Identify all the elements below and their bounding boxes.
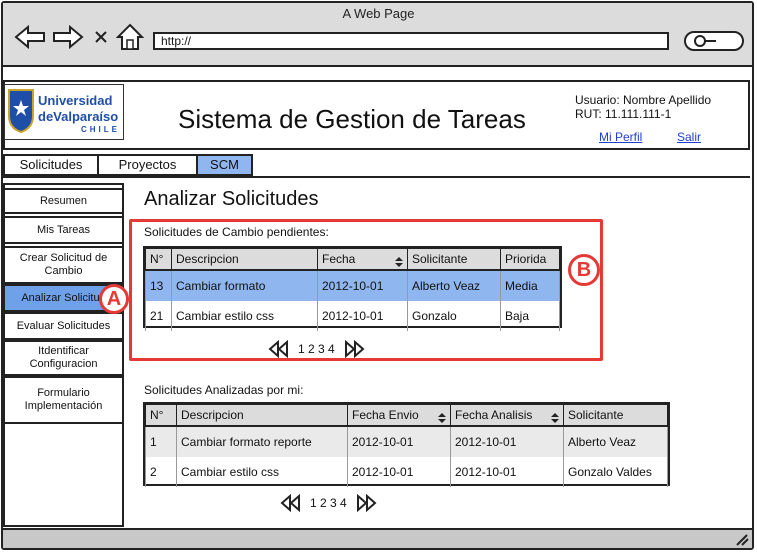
tab-proyectos[interactable]: Proyectos [97, 154, 198, 176]
column-header-sortable[interactable]: Fecha Analisis [450, 404, 564, 427]
sidebar-item-crear-solicitud[interactable]: Crear Solicitud de Cambio [3, 246, 124, 284]
forward-arrow-icon[interactable] [52, 25, 84, 49]
status-bar [3, 528, 752, 548]
sidebar-item-mis-tareas[interactable]: Mis Tareas [3, 216, 124, 244]
search-icon [694, 35, 716, 47]
cell-id: 1 [145, 426, 177, 457]
analyzed-pager: 1 2 3 4 [278, 494, 379, 512]
app-title: Sistema de Gestion de Tareas [178, 104, 526, 134]
tab-scm[interactable]: SCM [196, 154, 253, 176]
column-header[interactable]: N° [145, 404, 177, 427]
cell-fecha-envio: 2012-10-01 [347, 457, 451, 487]
analyzed-caption: Solicitudes Analizadas por mi: [144, 383, 304, 397]
url-field[interactable]: http:// [153, 32, 669, 50]
column-header-label: Fecha Analisis [455, 407, 533, 422]
logo-line3: CHILE [81, 125, 120, 134]
table-row[interactable]: 1 Cambiar formato reporte 2012-10-01 201… [145, 426, 668, 457]
column-header[interactable]: Solicitante [563, 404, 668, 427]
table-header-row: N° Descripcion Fecha Envio Fecha Analisi… [145, 404, 668, 427]
tab-divider [3, 176, 750, 178]
user-info: Usuario: Nombre Apellido RUT: 11.111.111… [575, 93, 711, 121]
cell-descripcion: Cambiar formato reporte [176, 426, 348, 457]
tab-solicitudes[interactable]: Solicitudes [3, 154, 99, 176]
last-page-icon[interactable] [355, 494, 379, 512]
first-page-icon[interactable] [278, 494, 302, 512]
profile-link[interactable]: Mi Perfil [599, 130, 642, 144]
column-header-sortable[interactable]: Fecha Envio [347, 404, 451, 427]
annotation-box-b [129, 219, 603, 361]
logo-line1: Universidad [38, 93, 113, 108]
page-numbers[interactable]: 1 2 3 4 [310, 496, 347, 510]
user-name: Usuario: Nombre Apellido [575, 93, 712, 107]
cell-solicitante: Gonzalo Valdes [563, 457, 668, 487]
sidebar-item-identificar-configuracion[interactable]: Itdentificar Configuracion [3, 340, 124, 376]
sort-icon[interactable] [551, 412, 559, 423]
sidebar-item-evaluar-solicitudes[interactable]: Evaluar Solicitudes [3, 312, 124, 340]
cell-fecha-envio: 2012-10-01 [347, 426, 451, 457]
crest-icon [8, 89, 34, 134]
cell-solicitante: Alberto Veaz [563, 426, 668, 457]
table-row[interactable]: 2 Cambiar estilo css 2012-10-01 2012-10-… [145, 457, 668, 487]
annotation-marker-b: B [568, 254, 600, 286]
home-icon[interactable] [116, 23, 144, 51]
university-logo: Universidad deValparaíso CHILE [4, 84, 124, 140]
column-header[interactable]: Descripcion [176, 404, 348, 427]
column-header-label: Fecha Envio [352, 407, 419, 422]
annotation-marker-a: A [99, 284, 129, 314]
logout-link[interactable]: Salir [677, 130, 701, 144]
cell-descripcion: Cambiar estilo css [176, 457, 348, 487]
sidebar-item-formulario-implementacion[interactable]: Formulario Implementación [3, 376, 124, 424]
window-title: A Web Page [342, 6, 415, 21]
sidebar-item-resumen[interactable]: Resumen [3, 188, 124, 214]
cell-fecha-analisis: 2012-10-01 [450, 457, 564, 487]
section-title: Analizar Solicitudes [144, 188, 319, 210]
user-rut: RUT: 11.111.111-1 [575, 107, 672, 121]
cell-fecha-analisis: 2012-10-01 [450, 426, 564, 457]
sort-icon[interactable] [438, 412, 446, 423]
search-field[interactable] [684, 31, 744, 51]
close-icon[interactable] [92, 28, 110, 46]
logo-line2: deValparaíso [38, 109, 119, 124]
cell-id: 2 [145, 457, 177, 487]
back-arrow-icon[interactable] [14, 25, 46, 49]
analyzed-table: N° Descripcion Fecha Envio Fecha Analisi… [143, 402, 670, 487]
resize-grip-icon[interactable] [733, 532, 749, 546]
